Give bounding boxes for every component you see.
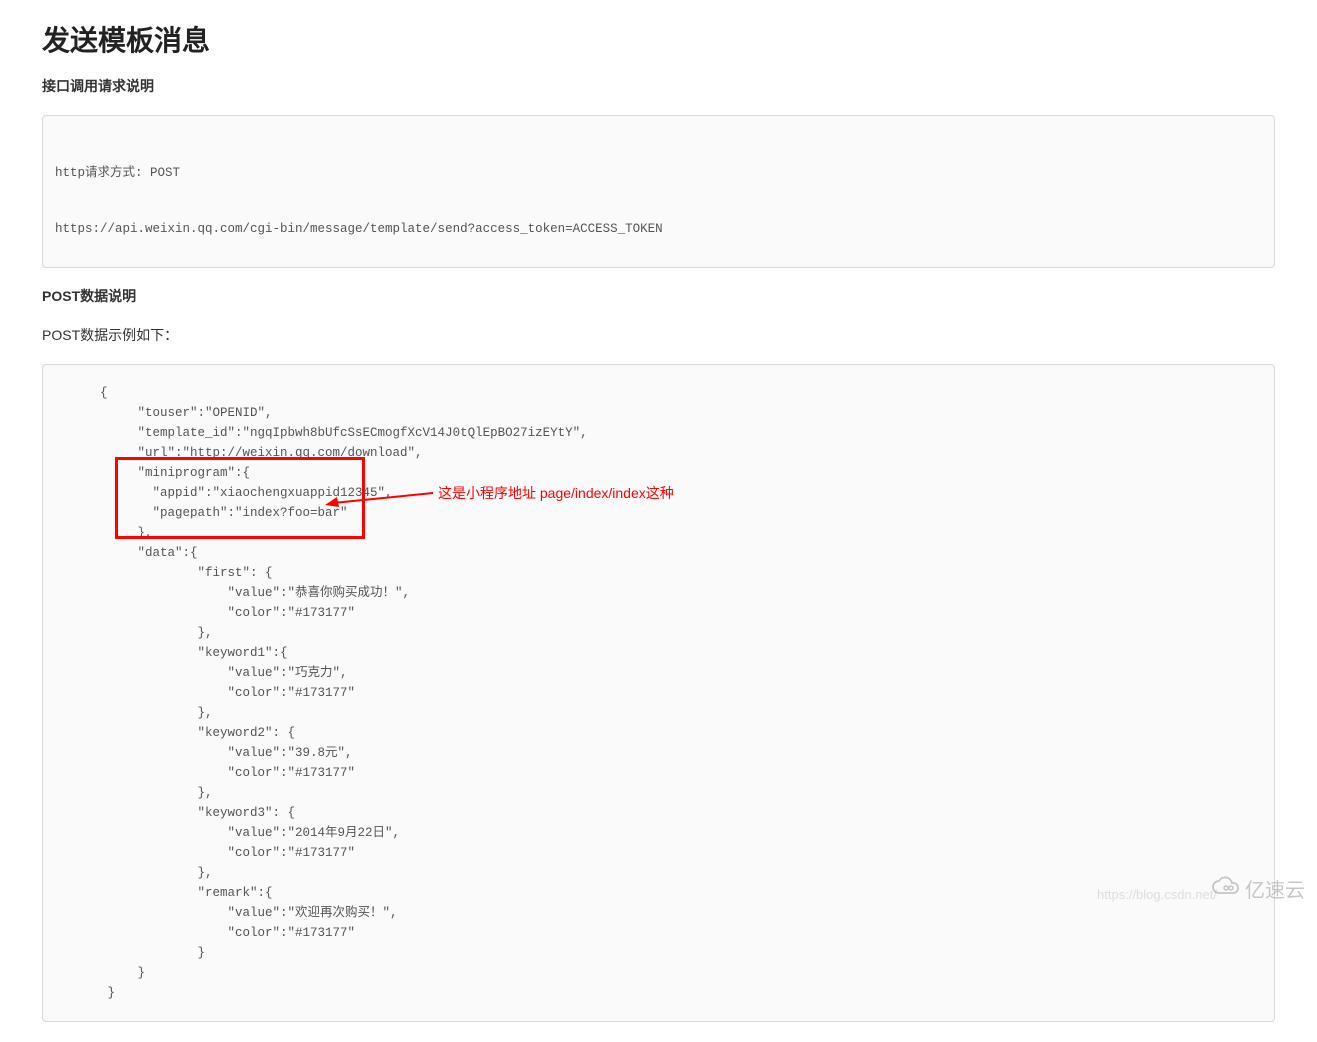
json-code: { "touser":"OPENID", "template_id":"ngqI… <box>55 383 1262 1003</box>
code-line: "color":"#173177" <box>55 926 355 940</box>
code-line: "value":"欢迎再次购买！", <box>55 906 398 920</box>
post-data-example-label: POST数据示例如下： <box>42 325 1275 346</box>
code-line: "color":"#173177" <box>55 846 355 860</box>
code-line: "color":"#173177" <box>55 766 355 780</box>
code-line: "appid":"xiaochengxuappid12345", <box>55 486 393 500</box>
code-line: "color":"#173177" <box>55 606 355 620</box>
code-line: "color":"#173177" <box>55 686 355 700</box>
section-post-data-title: POST数据说明 <box>42 286 1275 307</box>
code-line: "keyword2": { <box>55 726 295 740</box>
code-line: } <box>55 966 145 980</box>
code-line: "pagepath":"index?foo=bar" <box>55 506 348 520</box>
section-api-desc-title: 接口调用请求说明 <box>42 76 1275 97</box>
code-line: "value":"恭喜你购买成功！", <box>55 586 410 600</box>
code-line: "value":"39.8元", <box>55 746 353 760</box>
code-line: }, <box>55 706 213 720</box>
http-request-box: http请求方式: POST https://api.weixin.qq.com… <box>42 115 1275 268</box>
http-url-line: https://api.weixin.qq.com/cgi-bin/messag… <box>55 220 1262 239</box>
code-line: "template_id":"ngqIpbwh8bUfcSsECmogfXcV1… <box>55 426 588 440</box>
json-example-box: { "touser":"OPENID", "template_id":"ngqI… <box>42 364 1275 1022</box>
source-url-watermark: https://blog.csdn.net/ <box>1097 885 1217 905</box>
code-line: } <box>55 986 115 1000</box>
annotation-miniprogram-path: 这是小程序地址 page/index/index这种 <box>438 483 674 503</box>
code-line: }, <box>55 866 213 880</box>
code-line: "miniprogram":{ <box>55 466 250 480</box>
code-line: { <box>55 386 108 400</box>
code-line: }, <box>55 526 228 540</box>
cloud-icon <box>1211 875 1241 906</box>
http-method-line: http请求方式: POST <box>55 164 1262 183</box>
code-line: "first": { <box>55 566 273 580</box>
code-line: "url":"http://weixin.qq.com/download", <box>55 446 438 460</box>
code-line: "keyword1":{ <box>55 646 288 660</box>
code-line: }, <box>55 626 213 640</box>
code-line: "touser":"OPENID", <box>55 406 273 420</box>
watermark-text: 亿速云 <box>1245 876 1305 906</box>
code-line: }, <box>55 786 213 800</box>
code-line: "keyword3": { <box>55 806 295 820</box>
code-line: "value":"巧克力", <box>55 666 348 680</box>
code-line: } <box>55 946 205 960</box>
page-title: 发送模板消息 <box>42 20 1275 62</box>
code-line: "data":{ <box>55 546 198 560</box>
watermark-logo: 亿速云 <box>1211 875 1305 906</box>
code-line: "remark":{ <box>55 886 273 900</box>
code-line: "value":"2014年9月22日", <box>55 826 400 840</box>
